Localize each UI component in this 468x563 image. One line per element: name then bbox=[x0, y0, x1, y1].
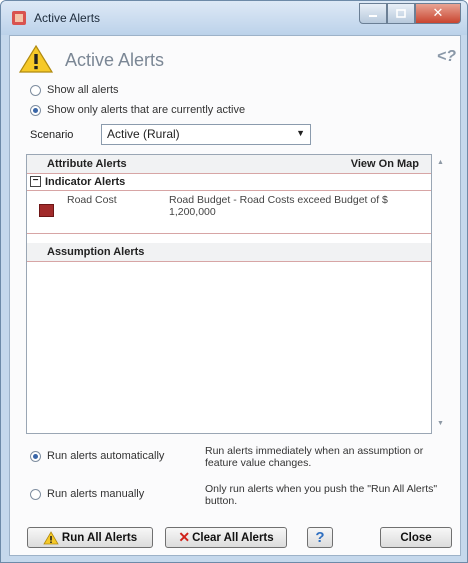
run-auto-label: Run alerts automatically bbox=[47, 450, 165, 462]
collapse-icon[interactable]: − bbox=[30, 176, 41, 187]
clear-x-icon: ✕ bbox=[178, 529, 191, 545]
warning-icon bbox=[18, 44, 54, 73]
dialog-body: Active Alerts <? Show all alerts Show on… bbox=[9, 35, 461, 556]
alert-name: Road Cost bbox=[67, 194, 117, 206]
alerts-scrollbar[interactable]: ▲ ▼ bbox=[434, 154, 448, 432]
scroll-up-icon[interactable]: ▲ bbox=[437, 159, 444, 166]
scenario-value: Active (Rural) bbox=[107, 127, 180, 141]
clear-all-alerts-button[interactable]: ✕ Clear All Alerts bbox=[165, 527, 287, 548]
attribute-alerts-header: Attribute Alerts View On Map bbox=[27, 155, 431, 174]
show-all-label: Show all alerts bbox=[47, 84, 119, 96]
scenario-label: Scenario bbox=[30, 129, 74, 141]
close-icon[interactable]: ✕ bbox=[415, 3, 461, 24]
alerts-list: Attribute Alerts View On Map − Indicator… bbox=[26, 154, 432, 434]
show-all-option[interactable]: Show all alerts bbox=[30, 84, 119, 96]
show-active-label: Show only alerts that are currently acti… bbox=[47, 104, 246, 116]
attribute-alerts-label: Attribute Alerts bbox=[47, 158, 127, 170]
run-manual-description: Only run alerts when you push the "Run A… bbox=[205, 483, 438, 507]
indicator-alerts-header[interactable]: − Indicator Alerts bbox=[27, 174, 431, 191]
header: Active Alerts <? bbox=[10, 36, 460, 76]
run-manual-radio[interactable] bbox=[30, 488, 41, 500]
help-icon: ? bbox=[315, 529, 325, 546]
maximize-icon[interactable] bbox=[387, 3, 415, 24]
dropdown-arrow-icon: ▼ bbox=[296, 128, 305, 138]
active-alerts-window: Active Alerts ✕ Active Alerts <? Show al… bbox=[0, 0, 468, 563]
run-auto-option[interactable]: Run alerts automatically bbox=[30, 450, 164, 462]
assumption-alerts-label: Assumption Alerts bbox=[47, 246, 145, 258]
indicator-alerts-label: Indicator Alerts bbox=[45, 176, 126, 188]
close-label: Close bbox=[400, 531, 432, 544]
run-auto-description: Run alerts immediately when an assumptio… bbox=[205, 445, 424, 469]
page-title: Active Alerts bbox=[65, 50, 165, 70]
help-icon[interactable]: <? bbox=[437, 48, 456, 66]
assumption-alerts-header: Assumption Alerts bbox=[27, 243, 431, 262]
alert-color-swatch bbox=[39, 204, 54, 217]
run-all-alerts-button[interactable]: Run All Alerts bbox=[27, 527, 153, 548]
list-item[interactable]: Road Cost Road Budget - Road Costs excee… bbox=[27, 191, 431, 234]
alert-description: Road Budget - Road Costs exceed Budget o… bbox=[169, 194, 388, 218]
scroll-down-icon[interactable]: ▼ bbox=[437, 420, 444, 427]
warning-icon bbox=[43, 530, 59, 544]
title-bar[interactable]: Active Alerts ✕ bbox=[1, 1, 467, 35]
run-manual-option[interactable]: Run alerts manually bbox=[30, 488, 144, 500]
app-icon bbox=[12, 11, 26, 25]
show-all-radio[interactable] bbox=[30, 84, 41, 96]
show-active-radio[interactable] bbox=[30, 104, 41, 116]
run-auto-radio[interactable] bbox=[30, 450, 41, 462]
help-button[interactable]: ? bbox=[307, 527, 333, 548]
run-manual-label: Run alerts manually bbox=[47, 488, 145, 500]
clear-all-alerts-label: Clear All Alerts bbox=[192, 531, 274, 544]
scenario-select[interactable]: Active (Rural) ▼ bbox=[101, 124, 311, 145]
view-on-map-header[interactable]: View On Map bbox=[351, 158, 419, 170]
run-all-alerts-label: Run All Alerts bbox=[61, 531, 138, 544]
show-active-option[interactable]: Show only alerts that are currently acti… bbox=[30, 104, 245, 116]
window-title: Active Alerts bbox=[34, 11, 101, 25]
close-button[interactable]: Close bbox=[380, 527, 452, 548]
minimize-icon[interactable] bbox=[359, 3, 387, 24]
